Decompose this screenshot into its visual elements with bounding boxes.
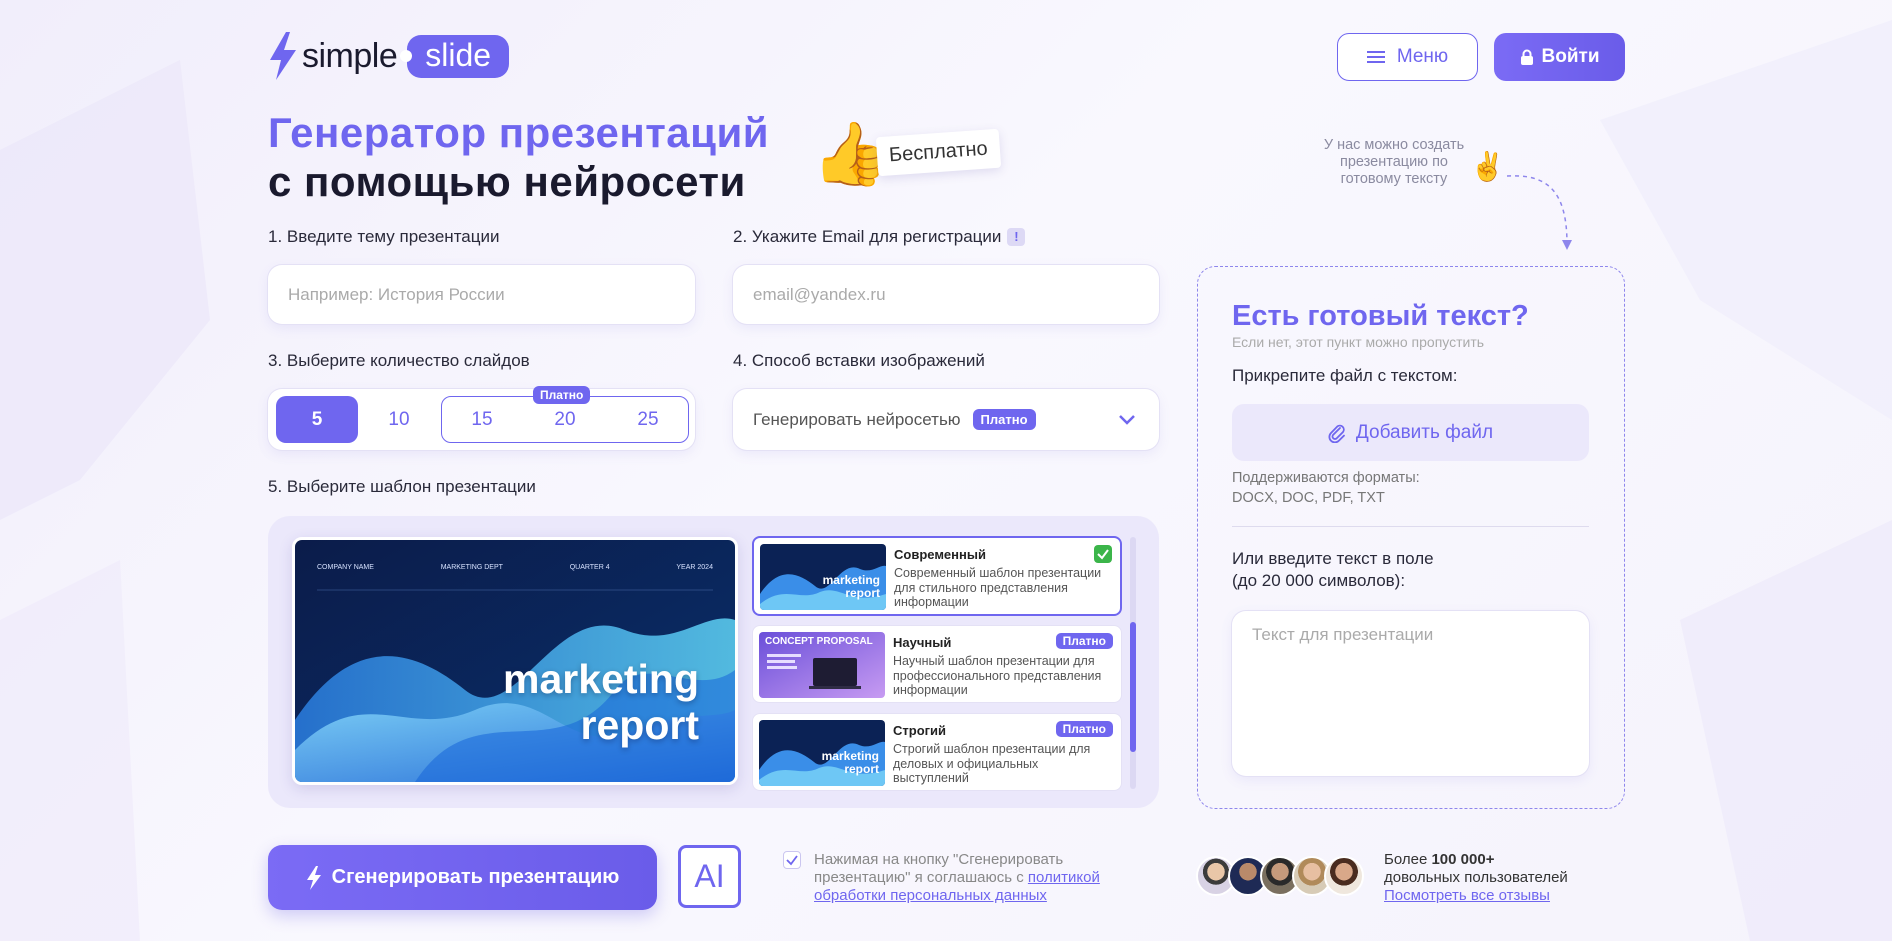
- template-label: 5. Выберите шаблон презентации: [268, 477, 536, 496]
- page-title-line2: с помощью нейросети: [268, 158, 746, 205]
- lightning-icon: [306, 865, 321, 890]
- email-label-row: 2. Укажите Email для регистрации!: [733, 227, 1026, 247]
- check-icon: [786, 855, 798, 866]
- preview-header-item: YEAR 2024: [676, 564, 713, 571]
- formats-line2: DOCX, DOC, PDF, TXT: [1232, 490, 1385, 506]
- hamburger-icon: [1366, 51, 1385, 63]
- lock-icon: [1520, 49, 1533, 65]
- dashed-arrow-icon: [1506, 175, 1572, 250]
- topic-label: 1. Введите тему презентации: [268, 227, 500, 246]
- generate-button[interactable]: Сгенерировать презентацию: [268, 845, 657, 910]
- users-prefix: Более: [1384, 851, 1432, 868]
- template-name: Современный: [894, 547, 986, 562]
- template-card-modern[interactable]: marketing report Современный Современный …: [752, 536, 1122, 616]
- lightning-icon: [270, 32, 296, 80]
- info-icon[interactable]: !: [1007, 228, 1026, 246]
- slides-option-10[interactable]: 10: [358, 396, 440, 443]
- slides-option-25[interactable]: 25: [607, 396, 689, 443]
- divider: [1232, 526, 1589, 527]
- template-thumbnail: marketing report: [760, 544, 886, 610]
- slides-count-selector: 5 10 15 20 25 Платно: [268, 386, 695, 450]
- template-thumbnail: CONCEPT PROPOSAL: [759, 632, 885, 698]
- preview-title-line2: report: [580, 702, 699, 748]
- preview-title-line1: marketing: [503, 656, 699, 702]
- page-title-line1: Генератор презентаций: [268, 109, 770, 156]
- images-selected-value: Генерировать нейросетью: [753, 409, 961, 429]
- agree-checkbox[interactable]: [783, 851, 801, 869]
- ai-badge: AI: [678, 845, 741, 908]
- ready-text-title: Есть готовый текст?: [1232, 300, 1529, 332]
- or-line2: (до 20 000 символов):: [1232, 571, 1406, 590]
- victory-hand-icon: ✌: [1470, 151, 1505, 182]
- hint-note: У нас можно создать презентацию по готов…: [1323, 137, 1465, 187]
- logo[interactable]: simple slide: [268, 30, 510, 82]
- template-description: Современный шаблон презентации для стиль…: [894, 566, 1102, 609]
- thumbnail-title: marketing report: [822, 573, 880, 600]
- menu-button[interactable]: Меню: [1337, 33, 1478, 81]
- agree-text-body: Нажимая на кнопку "Сгенерировать презент…: [814, 851, 1064, 886]
- email-label: 2. Укажите Email для регистрации: [733, 227, 1002, 246]
- attach-label: Прикрепите файл с текстом:: [1232, 366, 1458, 385]
- preview-header: COMPANY NAME MARKETING DEPT QUARTER 4 YE…: [317, 564, 713, 571]
- users-count-text: Более 100 000+ довольных пользователей П…: [1384, 851, 1568, 905]
- slides-option-5[interactable]: 5: [276, 396, 358, 443]
- template-scrollbar-thumb[interactable]: [1130, 622, 1136, 752]
- slides-option-15[interactable]: 15: [441, 396, 523, 443]
- avatar: [1324, 856, 1364, 896]
- free-tag: Бесплатно: [875, 128, 1001, 177]
- template-description: Строгий шаблон презентации для деловых и…: [893, 742, 1091, 785]
- preview-header-item: QUARTER 4: [569, 564, 610, 571]
- slides-label: 3. Выберите количество слайдов: [268, 351, 530, 370]
- generate-label: Сгенерировать презентацию: [331, 866, 620, 888]
- agree-text: Нажимая на кнопку "Сгенерировать презент…: [814, 851, 1144, 905]
- template-description: Научный шаблон презентации для профессио…: [893, 654, 1102, 697]
- users-count: 100 000+: [1431, 851, 1495, 868]
- paperclip-icon: [1328, 424, 1345, 443]
- ready-text-subtitle: Если нет, этот пункт можно пропустить: [1232, 334, 1485, 350]
- template-name: Строгий: [893, 723, 947, 738]
- template-thumbnail: marketing report: [759, 720, 885, 786]
- check-icon: [1094, 545, 1112, 563]
- preview-header-item: COMPANY NAME: [317, 564, 374, 571]
- template-list: marketing report Современный Современный …: [752, 534, 1122, 794]
- thumbnail-title: marketing report: [821, 749, 879, 776]
- add-file-label: Добавить файл: [1355, 421, 1494, 443]
- logo-text-simple: simple: [302, 36, 398, 75]
- menu-label: Меню: [1396, 46, 1449, 67]
- images-mode-select[interactable]: Генерировать нейросетью Платно: [733, 389, 1159, 450]
- template-name: Научный: [893, 635, 952, 650]
- preview-header-item: MARKETING DEPT: [440, 564, 503, 571]
- thumbnail-title: CONCEPT PROPOSAL: [765, 636, 873, 647]
- or-line1: Или введите текст в поле: [1232, 549, 1434, 568]
- chevron-down-icon: [1119, 415, 1135, 425]
- paid-badge: Платно: [972, 409, 1036, 430]
- paid-badge: Платно: [533, 386, 591, 404]
- users-suffix: довольных пользователей: [1384, 869, 1568, 886]
- template-card-strict[interactable]: marketing report Строгий Строгий шаблон п…: [752, 713, 1122, 791]
- reviews-link[interactable]: Посмотреть все отзывы: [1384, 887, 1568, 905]
- email-input[interactable]: email@yandex.ru: [733, 265, 1159, 324]
- paid-badge: Платно: [1055, 721, 1113, 737]
- paid-badge: Платно: [1055, 633, 1113, 649]
- supported-formats: Поддерживаются форматы: DOCX, DOC, PDF, …: [1232, 468, 1420, 508]
- login-label: Войти: [1541, 46, 1600, 67]
- formats-line1: Поддерживаются форматы:: [1232, 470, 1420, 486]
- logo-text-slide: slide: [407, 34, 510, 78]
- images-label: 4. Способ вставки изображений: [733, 351, 985, 370]
- template-card-scientific[interactable]: CONCEPT PROPOSAL Научный Научный шаблон …: [752, 625, 1122, 703]
- login-button[interactable]: Войти: [1494, 33, 1625, 81]
- add-file-button[interactable]: Добавить файл: [1232, 404, 1589, 461]
- or-enter-text: Или введите текст в поле (до 20 000 симв…: [1232, 548, 1434, 592]
- preview-title: marketing report: [503, 656, 699, 748]
- template-preview: COMPANY NAME MARKETING DEPT QUARTER 4 YE…: [292, 537, 738, 785]
- topic-input[interactable]: Например: История России: [268, 265, 695, 324]
- presentation-text-input[interactable]: Текст для презентации: [1232, 611, 1589, 776]
